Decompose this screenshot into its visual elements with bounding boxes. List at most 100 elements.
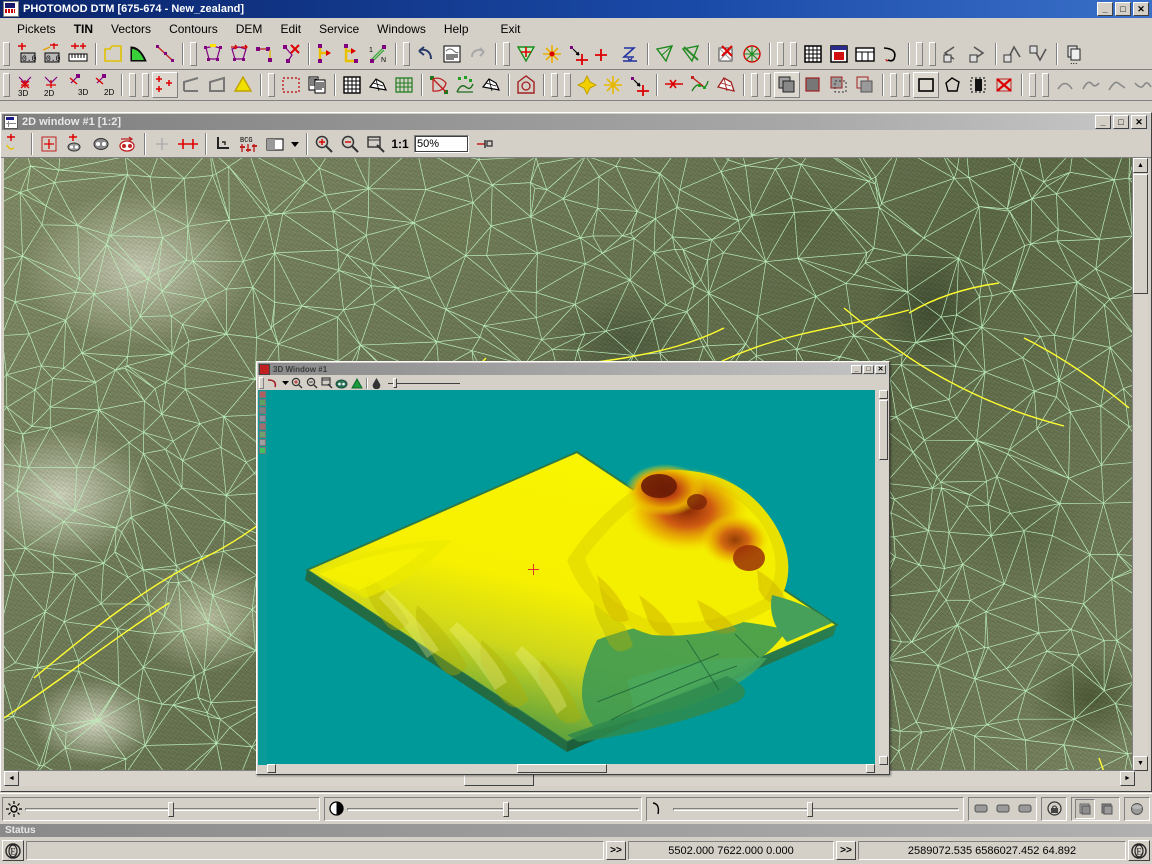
build-tin-icon[interactable]	[513, 41, 539, 67]
report-icon[interactable]	[439, 41, 465, 67]
direction-north-icon[interactable]: 1 N	[365, 41, 391, 67]
move-right-icon[interactable]	[965, 41, 991, 67]
minimize-button-3d[interactable]: _	[851, 364, 862, 374]
toolbar-grip[interactable]	[751, 73, 758, 97]
layer-front-icon[interactable]	[774, 72, 800, 98]
fit-window-icon[interactable]	[472, 131, 498, 157]
dem-view-icon[interactable]	[826, 41, 852, 67]
palette-icon[interactable]	[262, 131, 288, 157]
redo-icon[interactable]	[465, 41, 491, 67]
layers-view-icon[interactable]	[852, 41, 878, 67]
grid-view-icon[interactable]	[800, 41, 826, 67]
surface-patch-icon[interactable]	[478, 72, 504, 98]
tin-surface-icon[interactable]	[713, 72, 739, 98]
exaggeration-slider[interactable]	[388, 377, 460, 389]
scroll-down-button[interactable]: ▼	[1133, 756, 1148, 771]
tin-triangle-icon[interactable]	[652, 41, 678, 67]
close-button-3d[interactable]: ✕	[875, 364, 886, 374]
scroll-right-button-3d[interactable]	[866, 764, 875, 773]
restore-button-2d[interactable]: □	[1113, 115, 1129, 129]
layer-back-icon[interactable]	[852, 72, 878, 98]
menu-edit[interactable]: Edit	[271, 20, 310, 38]
zoom-in-icon[interactable]	[289, 377, 304, 390]
node-cross-icon[interactable]	[574, 72, 600, 98]
toolbar-grip[interactable]	[764, 73, 771, 97]
menu-dem[interactable]: DEM	[227, 20, 272, 38]
terrain-viewport-3d[interactable]	[267, 390, 875, 765]
toolbar-grip[interactable]	[503, 42, 510, 66]
layer-dotted-icon[interactable]	[826, 72, 852, 98]
toolbar-grip[interactable]	[3, 73, 10, 97]
light-icon[interactable]	[369, 377, 384, 390]
move-up-icon[interactable]	[1000, 41, 1026, 67]
toolbar-grip[interactable]	[1029, 73, 1036, 97]
stereo-glasses-icon[interactable]	[88, 131, 114, 157]
bcg-adjust-icon[interactable]: BCG	[236, 131, 262, 157]
relief-icon[interactable]	[349, 377, 364, 390]
toolbar-grip[interactable]	[929, 42, 936, 66]
add-crossing-icon[interactable]	[591, 41, 617, 67]
layer-chip-6[interactable]	[259, 431, 266, 438]
toolbar-grip[interactable]	[916, 42, 923, 66]
layer-a-button[interactable]	[1074, 798, 1095, 819]
brightness-slider[interactable]	[25, 800, 317, 818]
vertical-scroll-thumb-3d[interactable]	[879, 400, 888, 460]
polygon-shape-icon[interactable]	[939, 72, 965, 98]
move-down-icon[interactable]	[1026, 41, 1052, 67]
slider-knob[interactable]	[393, 378, 397, 388]
toolbar-grip[interactable]	[564, 73, 571, 97]
menu-contours[interactable]: Contours	[160, 20, 227, 38]
toolbar-grip[interactable]	[890, 73, 897, 97]
toolbar-grip[interactable]	[142, 73, 149, 97]
gamma-slider[interactable]	[673, 800, 960, 818]
menu-service[interactable]: Service	[310, 20, 368, 38]
minimize-button[interactable]: _	[1097, 2, 1113, 16]
slider-knob[interactable]	[503, 801, 510, 817]
tin-grid-icon[interactable]	[739, 41, 765, 67]
close-button[interactable]: ✕	[1133, 2, 1149, 16]
contrast-slider[interactable]	[347, 800, 640, 818]
line-segment-icon[interactable]	[152, 41, 178, 67]
add-points-icon[interactable]	[152, 72, 178, 98]
horizontal-scroll-thumb-3d[interactable]	[517, 764, 607, 773]
vertical-scrollbar-3d[interactable]	[879, 390, 888, 765]
delete-vertex-icon[interactable]	[278, 41, 304, 67]
curve-a-icon[interactable]	[1052, 72, 1078, 98]
horizontal-scrollbar-3d[interactable]	[267, 764, 875, 773]
toolbar-grip[interactable]	[1042, 73, 1049, 97]
stereo-marker-icon[interactable]	[62, 131, 88, 157]
slider-knob[interactable]	[807, 801, 814, 817]
toolbar-grip[interactable]	[903, 73, 910, 97]
layer-chip-5[interactable]	[259, 423, 266, 430]
mode-e-icon-left[interactable]: E	[2, 840, 24, 861]
toolbar-grip[interactable]	[403, 42, 410, 66]
copy-pages-icon[interactable]	[304, 72, 330, 98]
layer-chip-3[interactable]	[259, 407, 266, 414]
sphere-button[interactable]	[1127, 799, 1147, 819]
edit-tin-icon[interactable]	[687, 72, 713, 98]
delete-region-icon[interactable]	[426, 72, 452, 98]
undo-icon[interactable]	[413, 41, 439, 67]
angle-open-icon[interactable]	[178, 72, 204, 98]
view-mode-1-button[interactable]	[971, 799, 991, 819]
copy-layers-icon[interactable]: ...	[1061, 41, 1087, 67]
maximize-button[interactable]: □	[1115, 2, 1131, 16]
move-picket-icon[interactable]: 0.0	[39, 41, 65, 67]
layer-solid-icon[interactable]	[800, 72, 826, 98]
zoom-window-icon[interactable]	[363, 131, 389, 157]
mode-e-icon-right[interactable]: E	[1128, 840, 1150, 861]
marker-icon[interactable]	[1, 131, 27, 157]
menu-pickets[interactable]: Pickets	[8, 20, 65, 38]
close-polygon-icon[interactable]	[226, 41, 252, 67]
delete-shape-icon[interactable]	[991, 72, 1017, 98]
delete-tin-icon[interactable]	[678, 41, 704, 67]
slider-knob[interactable]	[168, 801, 174, 817]
half-fill-icon[interactable]	[965, 72, 991, 98]
scroll-left-button[interactable]: ◄	[4, 771, 19, 786]
triangle-fill-icon[interactable]	[230, 72, 256, 98]
vertical-scrollbar-2d[interactable]: ▲ ▼	[1132, 158, 1148, 771]
zoom-1to1-icon[interactable]: 1:1	[389, 131, 411, 157]
regular-grid-icon[interactable]	[339, 72, 365, 98]
layer-strip-3d[interactable]	[258, 390, 267, 765]
toolbar-grip[interactable]	[129, 73, 136, 97]
